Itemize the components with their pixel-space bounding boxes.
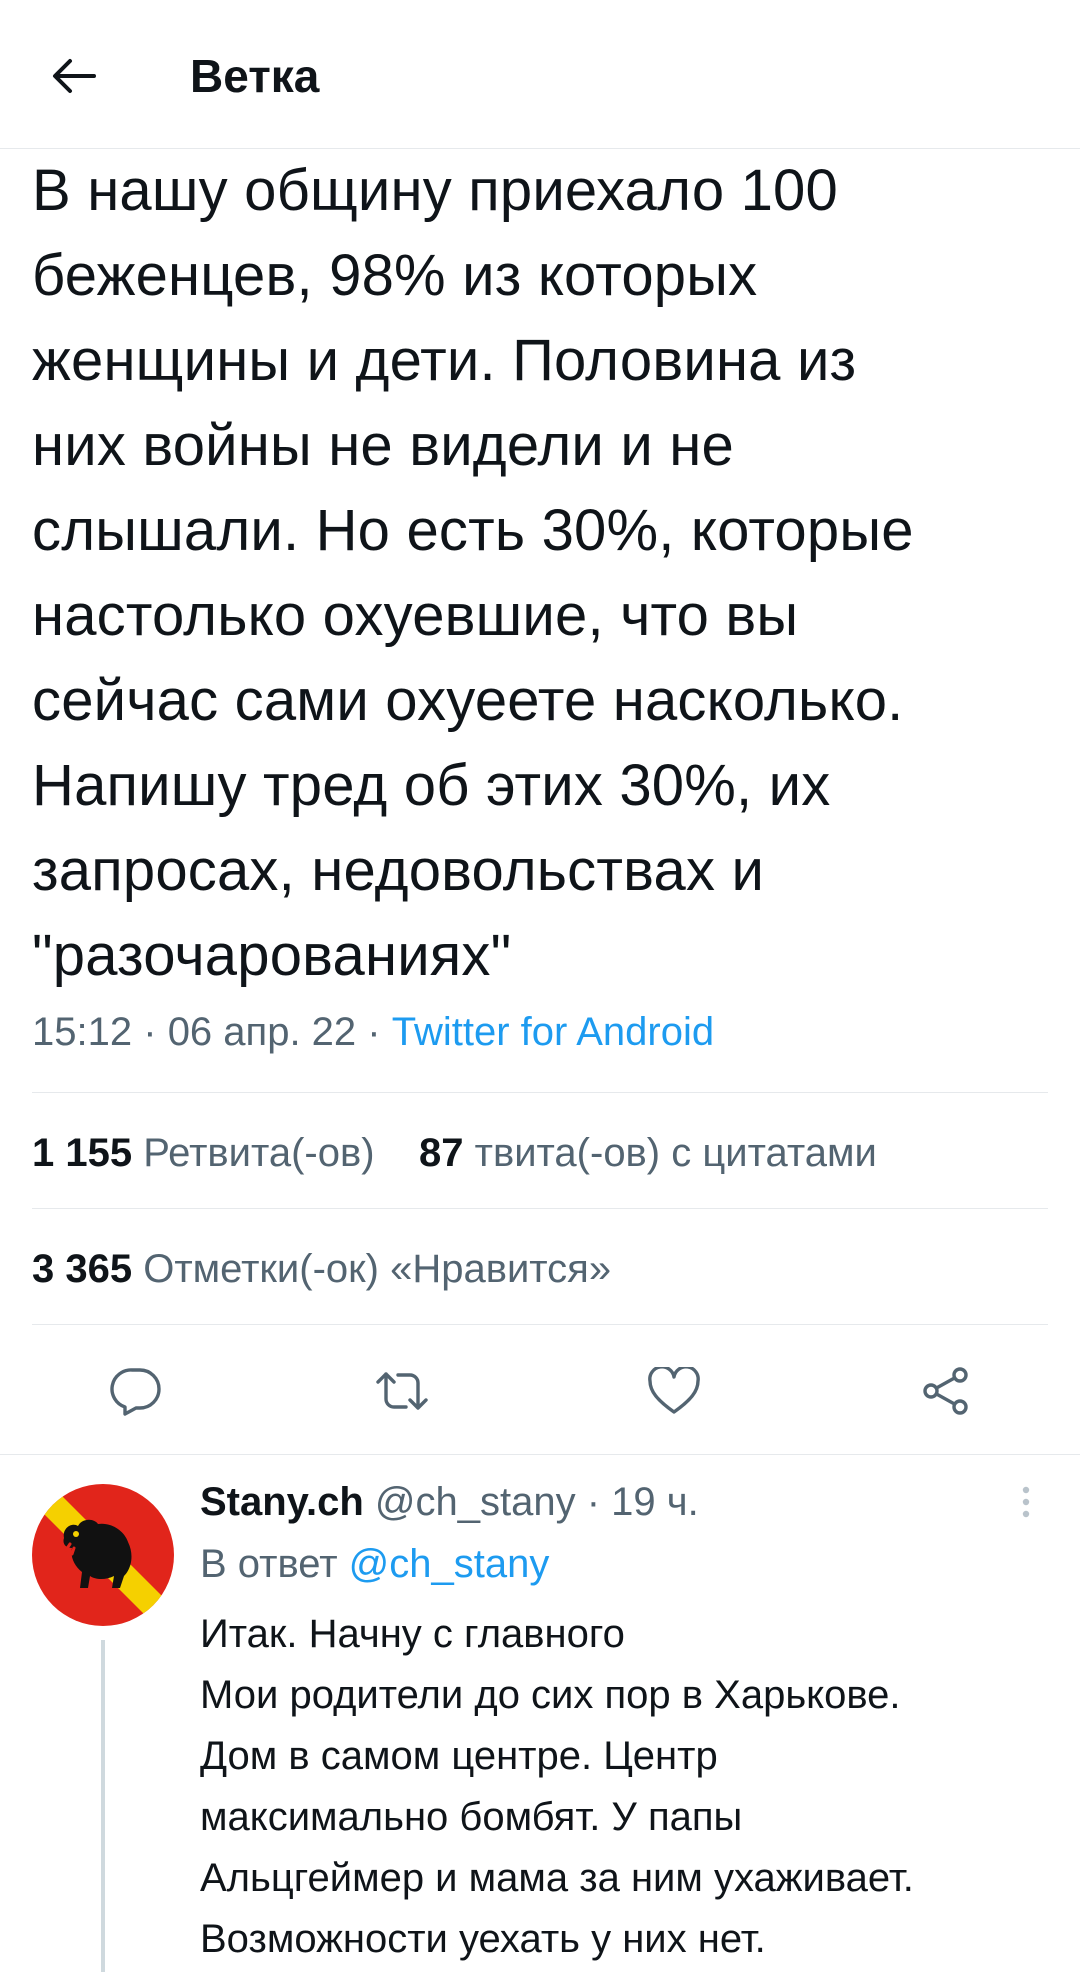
page-title: Ветка xyxy=(190,50,320,102)
meta-separator: · xyxy=(367,1010,381,1054)
retweets-count: 1 155 xyxy=(32,1131,133,1175)
more-vertical-icon xyxy=(1022,1486,1030,1518)
more-options-button[interactable] xyxy=(1016,1478,1036,1528)
avatar[interactable] xyxy=(32,1484,174,1626)
reply-author-handle[interactable]: @ch_stany xyxy=(375,1480,576,1524)
divider xyxy=(32,1092,1048,1093)
retweet-button[interactable] xyxy=(374,1363,430,1419)
back-button[interactable] xyxy=(44,46,104,106)
likes-stats-row[interactable]: 3 365 Отметки(-ок) «Нравится» xyxy=(32,1241,611,1297)
reply-icon xyxy=(110,1368,161,1416)
arrow-left-icon xyxy=(53,59,96,93)
reply-to-line: В ответ @ch_stany xyxy=(200,1536,549,1592)
retweet-stats-row: 1 155 Ретвита(-ов) 87 твита(-ов) с цитат… xyxy=(32,1125,877,1181)
like-icon xyxy=(648,1367,700,1414)
divider xyxy=(32,1208,1048,1209)
quotes-label: твита(-ов) с цитатами xyxy=(474,1131,877,1175)
tweet-actions xyxy=(0,1325,1080,1455)
retweets-stat[interactable]: 1 155 Ретвита(-ов) xyxy=(32,1131,375,1175)
like-button[interactable] xyxy=(646,1363,702,1419)
thread-line xyxy=(101,1640,105,1972)
top-bar: Ветка xyxy=(0,0,1080,149)
section-divider xyxy=(0,1454,1080,1455)
reply-button[interactable] xyxy=(108,1363,164,1419)
meta-separator: · xyxy=(143,1010,157,1054)
bern-bear-flag-icon xyxy=(32,1484,174,1626)
tweet-text: В нашу общину приехало 100 беженцев, 98%… xyxy=(32,158,914,988)
quotes-count: 87 xyxy=(419,1131,464,1175)
share-button[interactable] xyxy=(918,1363,974,1419)
tweet-date: 06 апр. 22 xyxy=(167,1010,357,1054)
reply-author-name[interactable]: Stany.ch xyxy=(200,1480,364,1524)
retweets-label: Ретвита(-ов) xyxy=(143,1131,375,1175)
tweet-time: 15:12 xyxy=(32,1010,133,1054)
likes-count: 3 365 xyxy=(32,1247,133,1291)
reply-time[interactable]: 19 ч. xyxy=(611,1480,699,1524)
quotes-stat[interactable]: 87 твита(-ов) с цитатами xyxy=(419,1131,877,1175)
likes-label: Отметки(-ок) «Нравится» xyxy=(143,1247,612,1291)
share-icon xyxy=(923,1367,968,1415)
tweet-source-link[interactable]: Twitter for Android xyxy=(392,1010,714,1054)
reply-text: Итак. Начну с главного Мои родители до с… xyxy=(200,1612,914,1961)
reply-to-handle-link[interactable]: @ch_stany xyxy=(349,1542,550,1586)
reply-separator: · xyxy=(586,1480,601,1524)
reply-header: Stany.ch @ch_stany · 19 ч. xyxy=(200,1474,699,1530)
tweet-meta: 15:12 · 06 апр. 22 · Twitter for Android xyxy=(32,1004,714,1060)
reply-to-label: В ответ xyxy=(200,1542,338,1586)
retweet-icon xyxy=(376,1372,428,1410)
